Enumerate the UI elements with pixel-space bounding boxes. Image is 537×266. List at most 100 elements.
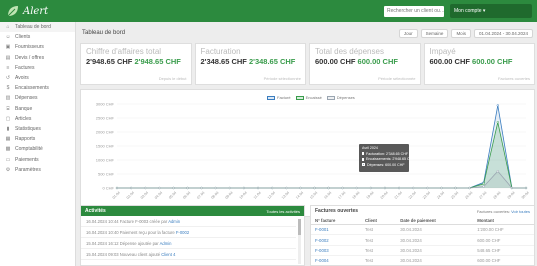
sidebar-item-receipt[interactable]: ▥ Dépenses bbox=[0, 93, 75, 103]
table-cell[interactable]: F-0004 bbox=[311, 255, 362, 266]
kpi-card[interactable]: Total des dépenses 600.00 CHF 600.00 CHF… bbox=[309, 43, 421, 85]
x-tick-label: 07.04 bbox=[196, 191, 205, 200]
data-point bbox=[172, 186, 175, 190]
data-point bbox=[524, 186, 528, 190]
range-month-button[interactable]: Mois bbox=[451, 29, 471, 38]
data-point bbox=[115, 186, 119, 190]
table-cell[interactable]: F-0003 bbox=[311, 245, 362, 257]
user-menu-button[interactable]: Mon compte ▾ bbox=[450, 4, 532, 18]
scrollbar-thumb[interactable] bbox=[298, 219, 301, 235]
x-tick-label: 11.04 bbox=[253, 191, 262, 200]
app-logo[interactable]: Alert bbox=[6, 3, 48, 19]
sidebar-item-label: Avoirs bbox=[15, 75, 29, 82]
sidebar-item-bank[interactable]: ⌸ Banque bbox=[0, 104, 75, 114]
data-point bbox=[200, 186, 203, 190]
legend-item[interactable]: Facturé bbox=[267, 95, 291, 100]
table-row[interactable]: F-0004 Test 30.04.2024 600.00 CHF bbox=[311, 255, 534, 266]
x-tick-label: 03.04 bbox=[140, 191, 149, 200]
data-point bbox=[426, 186, 429, 190]
sidebar-item-gear[interactable]: ⚙ Paramètres bbox=[0, 165, 75, 175]
legend-label: Encaissé bbox=[305, 95, 322, 100]
box-icon: ▢ bbox=[5, 115, 11, 122]
x-tick-label: 23.04 bbox=[422, 191, 431, 200]
table-cell: 30.04.2024 bbox=[396, 255, 474, 266]
activity-link[interactable]: Admin bbox=[168, 219, 180, 224]
sidebar-item-undo[interactable]: ↺ Avoirs bbox=[0, 73, 75, 83]
x-tick-label: 10.04 bbox=[239, 191, 248, 200]
table-cell[interactable]: F-0001 bbox=[311, 224, 362, 236]
data-point bbox=[468, 186, 471, 190]
x-tick-label: 26.04 bbox=[464, 191, 473, 200]
app-title: Alert bbox=[23, 5, 49, 17]
legend-swatch bbox=[295, 95, 304, 100]
table-cell[interactable]: F-0002 bbox=[311, 234, 362, 246]
tooltip-text: Encaissements: 2'948.65 CHF bbox=[366, 157, 415, 162]
report-icon: ▦ bbox=[5, 136, 11, 143]
activity-link[interactable]: F-0002 bbox=[176, 230, 189, 235]
table-cell: 30.04.2024 bbox=[396, 234, 474, 246]
kpi-value: 2'348.65 CHF 2'348.65 CHF bbox=[201, 57, 301, 66]
range-day-button[interactable]: Jour bbox=[398, 29, 418, 38]
kpi-value-primary: 2'348.65 CHF bbox=[200, 57, 247, 66]
kpi-footnote: Depuis le début bbox=[158, 76, 187, 81]
y-tick-label: 1000 CHF bbox=[96, 158, 115, 163]
sidebar-item-users[interactable]: ☺ Clients bbox=[0, 32, 75, 42]
data-point bbox=[383, 186, 387, 190]
x-tick-label: 13.04 bbox=[281, 191, 290, 200]
list-item: 15.04.2024 16:12 Dépense ajoutée par Adm… bbox=[81, 238, 296, 249]
tooltip-swatch bbox=[362, 152, 364, 156]
top-bar: Alert Rechercher un client ou… Mon compt… bbox=[0, 0, 537, 22]
column-header[interactable]: Date de paiement bbox=[396, 216, 474, 225]
column-header[interactable]: Montant bbox=[473, 216, 534, 225]
kpi-value-secondary: 2'348.65 CHF bbox=[249, 57, 296, 66]
sidebar-item-file[interactable]: ▤ Devis / offres bbox=[0, 53, 75, 63]
sidebar-item-box[interactable]: ▢ Articles bbox=[0, 114, 75, 124]
data-point bbox=[369, 186, 373, 190]
table-cell: Test bbox=[361, 224, 397, 236]
x-tick-label: 14.04 bbox=[295, 191, 304, 200]
kpi-footnote: Période sélectionnée bbox=[378, 76, 416, 81]
table-row[interactable]: F-0002 Test 30.04.2024 600.00 CHF bbox=[311, 234, 534, 246]
x-tick-label: 01.04 bbox=[112, 191, 121, 200]
activity-scrollbar[interactable] bbox=[298, 219, 301, 264]
invoices-summary-text: Factures ouvertes: bbox=[476, 209, 510, 214]
range-week-button[interactable]: Semaine bbox=[420, 29, 449, 38]
x-tick-label: 04.04 bbox=[154, 191, 163, 200]
x-tick-label: 09.04 bbox=[225, 191, 234, 200]
list-item: 16.04.2024 10:40 Paiement reçu pour la f… bbox=[81, 227, 296, 238]
date-range-picker[interactable]: 01.04.2024 - 30.04.2024 bbox=[473, 29, 533, 38]
sidebar-item-truck[interactable]: ▣ Fournisseurs bbox=[0, 42, 75, 52]
x-tick-label: 24.04 bbox=[436, 191, 445, 200]
sidebar-item-home[interactable]: ⌂ Tableau de bord bbox=[0, 22, 75, 33]
column-header[interactable]: N° facture bbox=[311, 216, 362, 225]
search-input[interactable]: Rechercher un client ou… bbox=[384, 6, 444, 17]
y-tick-label: 500 CHF bbox=[98, 172, 115, 177]
kpi-card[interactable]: Impayé 600.00 CHF 600.00 CHF Factures ou… bbox=[423, 43, 535, 85]
sidebar-item-invoice[interactable]: ≡ Factures bbox=[0, 63, 75, 73]
kpi-footnote: Factures ouvertes bbox=[497, 76, 530, 81]
view-all-invoices-link[interactable]: Voir toutes bbox=[511, 209, 530, 214]
activity-link[interactable]: Admin bbox=[160, 241, 172, 246]
sidebar-item-card[interactable]: ▭ Paiements bbox=[0, 154, 75, 164]
sidebar-item-money[interactable]: $ Encaissements bbox=[0, 83, 75, 93]
file-icon: ▤ bbox=[5, 54, 11, 61]
y-tick-label: 1500 CHF bbox=[96, 144, 115, 149]
sidebar-item-report[interactable]: ▦ Rapports bbox=[0, 134, 75, 144]
kpi-card[interactable]: Facturation 2'348.65 CHF 2'348.65 CHF Pé… bbox=[194, 43, 306, 85]
column-header[interactable]: Client bbox=[361, 216, 397, 225]
table-row[interactable]: F-0003 Test 30.04.2024 548.65 CHF bbox=[311, 245, 534, 257]
home-icon: ⌂ bbox=[6, 24, 10, 31]
table-row[interactable]: F-0001 Test 30.04.2024 1'200.00 CHF bbox=[311, 224, 534, 236]
legend-item[interactable]: Encaissé bbox=[295, 95, 322, 100]
legend-item[interactable]: Dépenses bbox=[326, 95, 355, 100]
kpi-value-secondary: 600.00 CHF bbox=[472, 57, 513, 66]
sidebar-item-calc[interactable]: ▩ Comptabilité bbox=[0, 144, 75, 154]
list-item: 15.04.2024 09:03 Nouveau client ajouté C… bbox=[81, 249, 296, 260]
kpi-card[interactable]: Chiffre d'affaires total 2'948.65 CHF 2'… bbox=[80, 43, 192, 85]
all-activities-link[interactable]: Toutes les activités bbox=[266, 209, 300, 214]
x-tick-label: 30.04 bbox=[521, 191, 530, 200]
sidebar-item-label: Tableau de bord bbox=[15, 24, 51, 31]
activity-link[interactable]: Client 4 bbox=[161, 252, 175, 257]
activity-panel: Activités Toutes les activités 16.04.202… bbox=[80, 205, 305, 266]
sidebar-item-chart[interactable]: ▮ Statistiques bbox=[0, 124, 75, 134]
